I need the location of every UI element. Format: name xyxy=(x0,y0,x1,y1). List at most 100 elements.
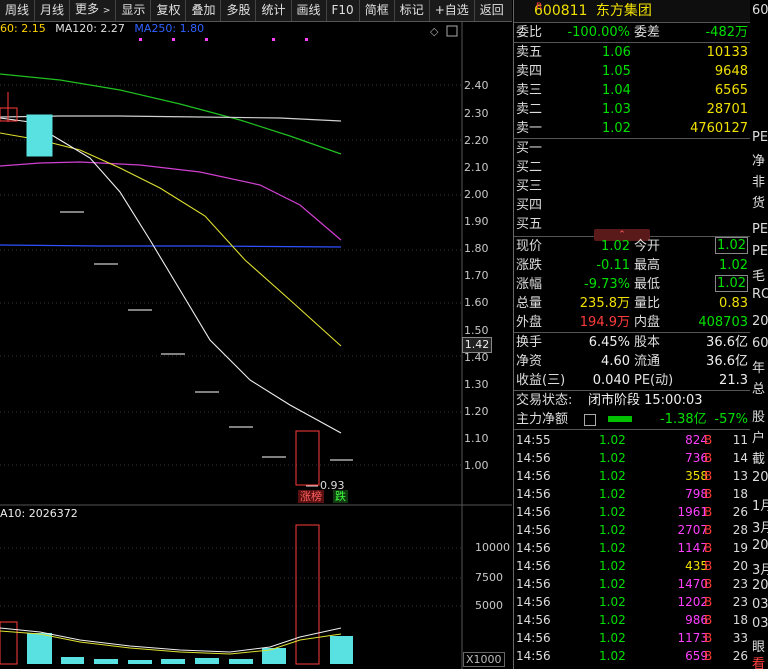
stats-button[interactable]: 统计 xyxy=(256,0,292,21)
trade-time: 14:56 xyxy=(516,523,551,537)
quote-row: 净资 4.60 流通 36.6亿 xyxy=(514,352,750,371)
ask-row[interactable]: 卖二 1.03 28701 xyxy=(514,100,750,119)
quote-label: 今开 xyxy=(634,239,661,254)
quote-value: 4.60 xyxy=(601,354,630,369)
price-tick: 1.30 xyxy=(464,378,489,391)
mark-button[interactable]: 标记 xyxy=(395,0,430,21)
trade-row: 14:56 1.02 2707 B 28 xyxy=(514,521,750,539)
trade-side: B xyxy=(704,469,713,483)
trade-price: 1.02 xyxy=(599,487,626,501)
more-menu[interactable]: 更多 > xyxy=(70,0,117,22)
side-text: 净 xyxy=(752,154,766,169)
price-tick: 1.20 xyxy=(464,405,489,418)
side-text: RO xyxy=(752,287,768,302)
display-button[interactable]: 显示 xyxy=(116,0,152,21)
trade-count: 23 xyxy=(732,595,748,609)
list-icon[interactable] xyxy=(584,414,596,426)
quote-value: 21.3 xyxy=(719,373,748,388)
ma60-line xyxy=(0,132,342,347)
side-text: 截 xyxy=(752,452,766,467)
quote-label: 总量 xyxy=(516,296,543,311)
trade-time: 14:56 xyxy=(516,577,551,591)
quote-label: 最高 xyxy=(634,258,661,273)
ask-row[interactable]: 卖三 1.04 6565 xyxy=(514,81,750,100)
quote-row: 涨幅 -9.73% 最低 1.02 xyxy=(514,275,750,294)
trade-row: 14:56 1.02 358 B 13 xyxy=(514,467,750,485)
main-flow-row: 主力净额 -1.38亿 -57% xyxy=(514,410,750,429)
trade-side: B xyxy=(704,433,713,447)
price-tick: 2.40 xyxy=(464,79,489,92)
trade-time: 14:56 xyxy=(516,631,551,645)
bid-label: 买四 xyxy=(516,198,543,213)
simple-frame-button[interactable]: 简框 xyxy=(360,0,395,21)
overlay-button[interactable]: 叠加 xyxy=(186,0,222,21)
ma120-value: MA120: 2.27 xyxy=(55,22,125,35)
trade-side: B xyxy=(704,559,713,573)
quote-label: 股本 xyxy=(634,335,661,350)
side-text: PE xyxy=(752,222,768,237)
trade-row: 14:55 1.02 824 B 11 xyxy=(514,431,750,449)
quote-value: -9.73% xyxy=(584,277,630,292)
volume-tick: 10000 xyxy=(475,541,510,554)
ask-row[interactable]: 卖一 1.02 4760127 xyxy=(514,119,750,138)
bid-row[interactable]: 买四 xyxy=(514,196,750,215)
side-text: 毛 xyxy=(752,269,766,284)
quote-value: 0.040 xyxy=(592,373,630,388)
trade-count: 13 xyxy=(732,469,748,483)
ask-label: 卖二 xyxy=(516,102,543,117)
stock-name: 东方集团 xyxy=(595,3,652,19)
price-tick: 2.00 xyxy=(464,188,489,201)
tab-weekly[interactable]: 周线 xyxy=(0,0,36,21)
quote-value: 0.83 xyxy=(719,296,748,311)
kline-chart[interactable]: ◇ xyxy=(0,22,512,669)
price-tick: 1.90 xyxy=(464,215,489,228)
quote-label: 量比 xyxy=(634,296,661,311)
ask-row[interactable]: 卖四 1.05 9648 xyxy=(514,62,750,81)
ask-price: 1.05 xyxy=(602,64,631,79)
bid-row[interactable]: 买二 xyxy=(514,158,750,177)
draw-line-button[interactable]: 画线 xyxy=(292,0,327,21)
adjust-button[interactable]: 复权 xyxy=(151,0,187,21)
trade-list[interactable]: 14:55 1.02 824 B 11 14:56 1.02 736 B 14 14:56 1.0… xyxy=(514,430,750,665)
trade-time: 14:56 xyxy=(516,469,551,483)
trade-price: 1.02 xyxy=(599,631,626,645)
volume-unit: X1000 xyxy=(463,652,505,667)
trade-price: 1.02 xyxy=(599,469,626,483)
trade-time: 14:56 xyxy=(516,613,551,627)
trade-price: 1.02 xyxy=(599,505,626,519)
trade-row: 14:56 1.02 986 B 18 xyxy=(514,611,750,629)
f10-button[interactable]: F10 xyxy=(327,0,360,21)
trade-count: 33 xyxy=(732,631,748,645)
diff-value: -482万 xyxy=(705,25,748,40)
ask-row[interactable]: 卖五 1.06 10133 xyxy=(514,43,750,62)
ask-volume: 9648 xyxy=(714,64,748,79)
diamond-icon[interactable]: ◇ xyxy=(430,25,439,38)
bid-label: 买五 xyxy=(516,217,543,232)
ask-volume: 4760127 xyxy=(690,121,748,136)
ma-legend: 60: 2.15 MA120: 2.27 MA250: 1.80 xyxy=(0,22,210,35)
side-text: 年 xyxy=(752,361,766,376)
back-button[interactable]: 返回 xyxy=(475,0,509,21)
ma250-value: MA250: 1.80 xyxy=(134,22,205,35)
trade-side: B xyxy=(704,505,713,519)
multi-stock-button[interactable]: 多股 xyxy=(221,0,257,21)
trade-row: 14:56 1.02 1470 B 23 xyxy=(514,575,750,593)
price-tick: 1.80 xyxy=(464,242,489,255)
quote-value: 36.6亿 xyxy=(706,354,748,369)
ma60-value: 60: 2.15 xyxy=(0,22,46,35)
ratio-label: 委比 xyxy=(516,25,543,40)
quote-row: 现价 1.02 今开 1.02 xyxy=(514,237,750,256)
limit-up-badge[interactable]: 涨榜 xyxy=(298,490,324,503)
down-badge[interactable]: 跌 xyxy=(333,490,348,503)
bid-label: 买一 xyxy=(516,141,543,156)
bid-row[interactable]: 买三 xyxy=(514,177,750,196)
window-toggle-icon[interactable] xyxy=(446,25,458,37)
tab-monthly[interactable]: 月线 xyxy=(35,0,71,21)
side-text[interactable]: 看 xyxy=(752,653,765,669)
trade-price: 1.02 xyxy=(599,523,626,537)
bid-row[interactable]: 买一 xyxy=(514,139,750,158)
add-watchlist-button[interactable]: +自选 xyxy=(430,0,475,21)
quote-grid: 现价 1.02 今开 1.02 涨跌 -0.11 最高 1.02 涨幅 -9.73% 最低 1.0… xyxy=(514,237,750,390)
side-text: 20 xyxy=(752,314,768,329)
current-price-tag: 1.42 xyxy=(462,337,492,353)
